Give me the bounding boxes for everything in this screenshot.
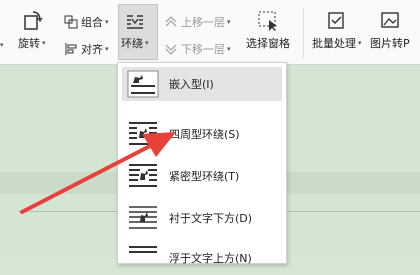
chevron-down-icon: ▾ xyxy=(227,18,231,26)
wrap-in-front-icon xyxy=(127,244,159,272)
ribbon-toolbar: ▾ 旋转 ▾ 组合 ▾ 对齐 ▾ 环绕 ▾ 上移一层 ▾ 下移一层 ▾ 选择窗格… xyxy=(0,0,420,65)
image-convert-label: 图片转P xyxy=(370,37,410,50)
wrap-button-content[interactable]: 环绕 ▾ xyxy=(121,10,149,51)
selection-pane-button[interactable]: 选择窗格 xyxy=(246,10,290,51)
menu-item-label: 嵌入型(I) xyxy=(169,78,214,91)
menu-item-label: 浮于文字上方(N) xyxy=(169,252,252,265)
send-backward-label: 下移一层 xyxy=(181,43,225,56)
chevron-down-icon: ▾ xyxy=(105,45,109,53)
wrap-behind-text-icon xyxy=(127,204,159,232)
bring-forward-label: 上移一层 xyxy=(181,16,225,29)
menu-item-inline[interactable]: 嵌入型(I) xyxy=(122,67,282,101)
image-convert-button[interactable]: 图片转P xyxy=(370,10,410,51)
rotate-label: 旋转 xyxy=(18,37,40,50)
menu-item-square[interactable]: 四周型环绕(S) xyxy=(122,117,282,151)
chevron-down-icon: ▾ xyxy=(227,45,231,53)
batch-process-icon xyxy=(326,10,348,32)
align-icon xyxy=(64,42,78,56)
group-label: 组合 xyxy=(81,16,103,29)
chevron-down-icon: ▾ xyxy=(358,39,362,47)
selection-pane-icon xyxy=(257,10,279,32)
chevron-down-icon: ▾ xyxy=(145,39,149,47)
batch-process-button[interactable]: 批量处理 ▾ xyxy=(312,10,362,51)
group-button[interactable]: 组合 ▾ xyxy=(64,14,109,30)
send-backward-icon xyxy=(164,42,178,56)
align-label: 对齐 xyxy=(81,43,103,56)
rotate-icon xyxy=(21,10,43,32)
group-icon xyxy=(64,15,78,29)
selection-pane-label: 选择窗格 xyxy=(246,37,290,50)
wrap-label: 环绕 xyxy=(121,37,143,50)
wrap-square-icon xyxy=(127,120,159,148)
menu-item-label: 衬于文字下方(D) xyxy=(169,212,253,225)
wrap-tight-icon xyxy=(127,162,159,190)
bring-forward-button[interactable]: 上移一层 ▾ xyxy=(164,14,231,30)
chevron-down-icon: ▾ xyxy=(0,41,4,49)
batch-label: 批量处理 xyxy=(312,37,356,50)
toolbar-divider xyxy=(303,8,304,58)
text-wrap-icon xyxy=(124,10,146,32)
rotate-button[interactable]: 旋转 ▾ xyxy=(18,10,46,51)
chevron-down-icon: ▾ xyxy=(42,39,46,47)
menu-item-label: 四周型环绕(S) xyxy=(169,128,240,141)
wrap-inline-icon xyxy=(127,70,159,98)
bring-forward-icon xyxy=(164,15,178,29)
menu-item-behind-text[interactable]: 衬于文字下方(D) xyxy=(122,201,282,235)
image-convert-icon xyxy=(379,10,401,32)
menu-item-in-front-of-text[interactable]: 浮于文字上方(N) xyxy=(122,241,282,275)
menu-item-tight[interactable]: 紧密型环绕(T) xyxy=(122,159,282,193)
chevron-down-icon: ▾ xyxy=(105,18,109,26)
partial-edge-button[interactable]: ▾ xyxy=(0,41,4,49)
align-button[interactable]: 对齐 ▾ xyxy=(64,41,109,57)
send-backward-button[interactable]: 下移一层 ▾ xyxy=(164,41,231,57)
wrap-dropdown-menu: 嵌入型(I) 四周型环绕(S) 紧密型环绕(T) 衬于文字下方(D) 浮于文字上… xyxy=(117,62,287,265)
menu-item-label: 紧密型环绕(T) xyxy=(169,170,240,183)
